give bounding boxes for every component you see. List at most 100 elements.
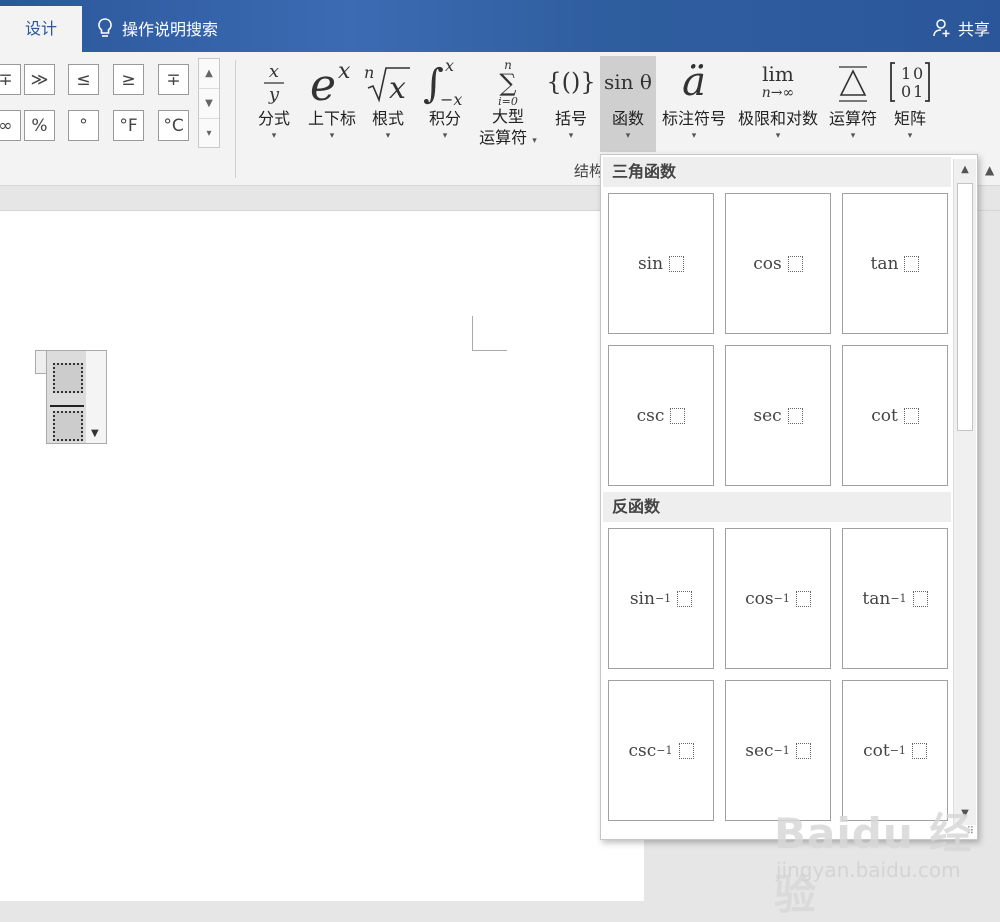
svg-text:e: e [310,60,336,106]
watermark-url: jingyan.baidu.com [776,858,961,882]
superscript-icon: ex [306,56,358,108]
tell-me-search[interactable]: 操作说明搜索 [96,16,218,40]
svg-text:1: 1 [901,64,911,83]
func-name: sec [753,405,782,426]
func-cos[interactable]: cos [725,193,831,334]
lightbulb-icon [98,18,112,37]
func-sec[interactable]: sec [725,345,831,486]
ribbon-separator [235,60,236,178]
func-name: cos [753,253,782,274]
symbol-degree[interactable]: ° [68,110,99,141]
func-arctan[interactable]: tan −1 [842,528,948,669]
func-arcsin[interactable]: sin −1 [608,528,714,669]
fraction-placeholder[interactable] [46,350,88,444]
summation-icon: n ∑ i=0 [493,56,523,107]
tool-script[interactable]: ex 上下标 ▾ [303,56,361,152]
chevron-down-icon: ▾ [532,136,537,146]
func-arccsc[interactable]: csc −1 [608,680,714,821]
equation-object[interactable]: ▼ [35,350,107,444]
placeholder-box [912,590,928,607]
chevron-down-icon: ▾ [850,131,856,141]
gallery-down-icon[interactable]: ▼ [199,89,219,119]
tool-accent[interactable]: ä 标注符号 ▾ [658,56,730,152]
func-name: sin [629,588,655,609]
symbol-greater-equal[interactable]: ≥ [113,64,144,95]
func-arccos[interactable]: cos −1 [725,528,831,669]
tool-integral[interactable]: ∫ x −x 积分 ▾ [423,56,467,152]
section-inverse: 反函数 [603,492,951,522]
tool-fraction[interactable]: xy 分式 ▾ [252,56,296,152]
inverse-exponent: −1 [773,744,790,757]
margin-corner-mark [472,316,507,351]
svg-text:n: n [364,63,374,82]
symbol-celsius[interactable]: °C [158,110,189,141]
scroll-thumb[interactable] [957,183,973,431]
symbol-fahrenheit[interactable]: °F [113,110,144,141]
tool-fraction-label: 分式 [257,109,290,128]
limit-icon-sub: n→∞ [761,85,795,101]
operator-delta-icon [833,56,873,108]
chevron-down-icon: ▾ [907,131,913,141]
svg-text:−x: −x [440,90,462,107]
chevron-down-icon: ▾ [385,131,391,141]
symbol-less-equal[interactable]: ≤ [68,64,99,95]
share-label: 共享 [957,20,990,39]
svg-text:x: x [269,61,279,82]
placeholder-box [669,255,685,272]
document-page[interactable] [0,211,644,901]
chevron-down-icon: ▾ [442,131,448,141]
func-csc[interactable]: csc [608,345,714,486]
placeholder-box [677,590,693,607]
placeholder-box [903,407,919,424]
func-tan[interactable]: tan [842,193,948,334]
tab-design[interactable]: 设计 [0,6,82,52]
placeholder-box [795,590,811,607]
func-sin[interactable]: sin [608,193,714,334]
placeholder-box [670,407,686,424]
tool-operator[interactable]: 运算符 ▾ [825,56,881,152]
share-user-icon [933,19,950,37]
numerator-slot[interactable] [53,363,83,393]
placeholder-box [904,255,920,272]
denominator-slot[interactable] [53,411,83,441]
tool-radical[interactable]: nx 根式 ▾ [364,56,412,152]
svg-text:1: 1 [913,82,923,101]
placeholder-box [787,255,803,272]
tool-function[interactable]: sin θ 函数 ▾ [600,56,656,152]
placeholder-box [795,742,811,759]
collapse-ribbon-icon[interactable]: ▲ [985,163,994,177]
scroll-up-icon[interactable]: ▲ [954,159,976,181]
symbol-much-greater[interactable]: ≫ [24,64,55,95]
svg-text:0: 0 [913,64,923,83]
symbol-gallery-scroller[interactable]: ▲ ▼ ▾ [198,58,220,148]
gallery-more-icon[interactable]: ▾ [199,119,219,148]
tool-limit-log[interactable]: lim n→∞ 极限和对数 ▾ [733,56,823,152]
help-search-label: 操作说明搜索 [122,20,219,39]
equation-options-button[interactable]: ▼ [86,350,107,444]
svg-text:x: x [338,59,351,84]
symbol-minus-plus[interactable]: ∓ [158,64,189,95]
matrix-icon: 1001 [887,56,933,108]
tool-large-operator-label2: 运算符 ▾ [479,127,537,152]
tool-radical-label: 根式 [371,109,404,128]
accent-icon: ä [682,59,706,105]
tool-bracket[interactable]: {()} 括号 ▾ [546,56,596,152]
share-button[interactable]: 共享 [932,16,990,40]
function-icon: sin θ [604,70,652,94]
tool-large-operator-label2-text: 运算符 [479,128,528,147]
func-name: tan [862,588,891,609]
symbol-percent[interactable]: % [24,110,55,141]
symbol-infinity-partial[interactable]: ∞ [0,110,21,141]
func-name: cot [863,740,890,761]
func-cot[interactable]: cot [842,345,948,486]
gallery-up-icon[interactable]: ▲ [199,59,219,89]
tool-matrix[interactable]: 1001 矩阵 ▾ [884,56,936,152]
svg-text:0: 0 [901,82,911,101]
tool-large-operator-label: 大型 [491,107,524,126]
chevron-down-icon: ▾ [329,131,335,141]
tool-large-operator[interactable]: n ∑ i=0 大型 运算符 ▾ [474,56,542,152]
panel-scrollbar[interactable]: ▲ ▼ [953,159,976,825]
inverse-exponent: −1 [889,744,906,757]
inverse-exponent: −1 [656,744,673,757]
symbol-minus-plus-partial[interactable]: ∓ [0,64,21,95]
